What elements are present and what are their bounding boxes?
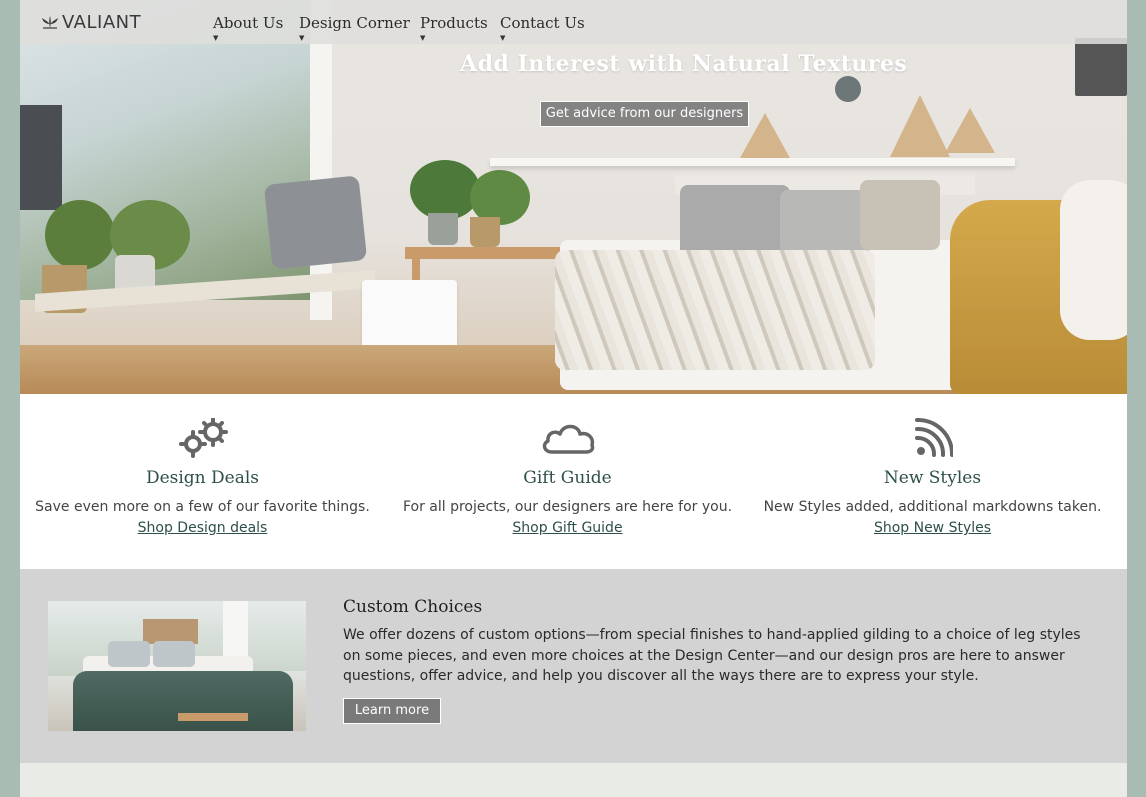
caret-down-icon: ▼: [213, 34, 219, 42]
feature-gift-guide: Gift Guide For all projects, our designe…: [385, 394, 750, 569]
shop-design-deals-link[interactable]: Shop Design deals: [20, 520, 385, 536]
nav-label: Products: [420, 14, 488, 32]
feature-new-styles: New Styles New Styles added, additional …: [750, 394, 1115, 569]
feature-text: Save even more on a few of our favorite …: [35, 499, 370, 515]
brand-logo[interactable]: VALIANT: [40, 11, 141, 33]
fleur-logo-icon: [42, 16, 58, 29]
page-frame-left: [0, 0, 20, 797]
custom-choices-section: Custom Choices We offer dozens of custom…: [20, 569, 1127, 763]
feature-title: Gift Guide: [523, 468, 612, 488]
features-section: Design Deals Save even more on a few of …: [20, 394, 1127, 569]
get-advice-button[interactable]: Get advice from our designers: [540, 101, 749, 127]
nav-products[interactable]: Products ▼: [420, 14, 488, 42]
feature-text: For all projects, our designers are here…: [402, 499, 733, 515]
feature-text: New Styles added, additional markdowns t…: [763, 499, 1102, 515]
gears-icon: [20, 418, 385, 458]
hero-banner: Add Interest with Natural Textures Get a…: [20, 0, 1127, 394]
hero-title: Add Interest with Natural Textures: [460, 51, 908, 77]
cloud-icon: [385, 418, 750, 458]
page: Add Interest with Natural Textures Get a…: [20, 0, 1127, 797]
nav-about-us[interactable]: About Us ▼: [213, 14, 284, 42]
nav-label: About Us: [213, 14, 284, 32]
shop-gift-guide-link[interactable]: Shop Gift Guide: [385, 520, 750, 536]
feature-design-deals: Design Deals Save even more on a few of …: [20, 394, 385, 569]
nav-design-corner[interactable]: Design Corner ▼: [299, 14, 410, 42]
caret-down-icon: ▼: [420, 34, 426, 42]
rss-icon: [750, 418, 1115, 458]
custom-choices-title: Custom Choices: [343, 597, 483, 617]
nav-label: Contact Us: [500, 14, 585, 32]
learn-more-button[interactable]: Learn more: [343, 698, 441, 724]
bedroom-photo: [48, 601, 306, 731]
shop-new-styles-link[interactable]: Shop New Styles: [750, 520, 1115, 536]
top-navigation: VALIANT About Us ▼ Design Corner ▼ Produ…: [20, 0, 1127, 44]
nav-label: Design Corner: [299, 14, 410, 32]
nav-contact-us[interactable]: Contact Us ▼: [500, 14, 585, 42]
custom-choices-text: We offer dozens of custom options—from s…: [343, 627, 1081, 684]
feature-title: New Styles: [883, 468, 982, 488]
feature-title: Design Deals: [145, 468, 260, 488]
page-frame-right: [1127, 0, 1146, 797]
footer-strip: [20, 763, 1127, 797]
logo-text: VALIANT: [62, 11, 142, 33]
caret-down-icon: ▼: [299, 34, 305, 42]
caret-down-icon: ▼: [500, 34, 506, 42]
